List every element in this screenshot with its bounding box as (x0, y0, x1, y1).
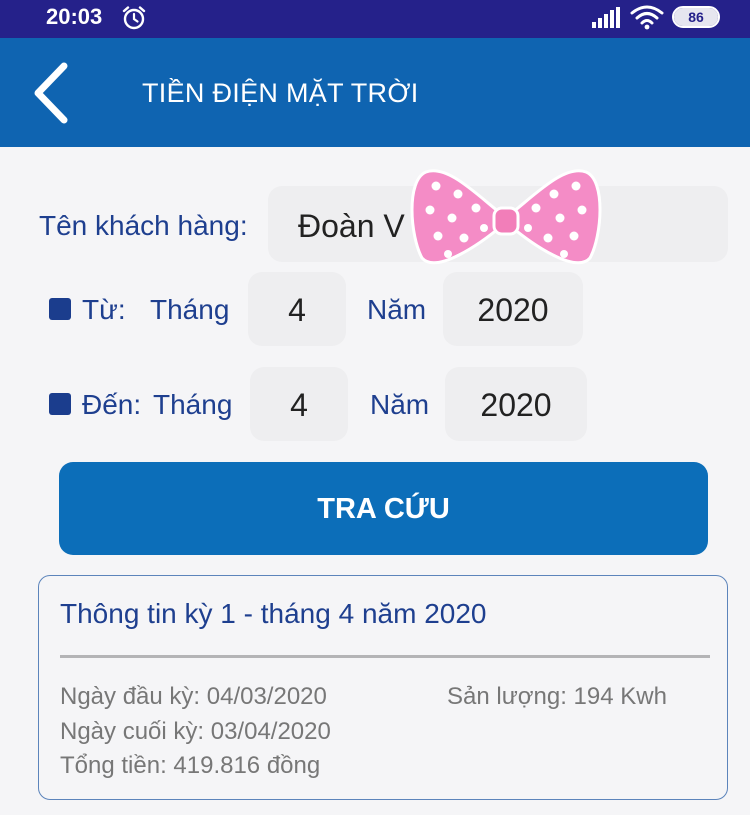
start-date-text: Ngày đầu kỳ: 04/03/2020 (60, 683, 327, 710)
from-year-field[interactable]: 2020 (443, 272, 583, 346)
status-time: 20:03 (46, 4, 103, 29)
battery-icon: 86 (672, 6, 720, 28)
info-card-title: Thông tin kỳ 1 - tháng 4 năm 2020 (60, 598, 487, 629)
to-month-value: 4 (290, 387, 308, 423)
from-label: Từ: (82, 294, 126, 325)
customer-name-label: Tên khách hàng: (39, 210, 248, 241)
app-bar: TIỀN ĐIỆN MẶT TRỜI (0, 38, 750, 147)
info-card-divider (60, 655, 710, 658)
from-year-label: Năm (367, 294, 427, 325)
wifi-icon (630, 5, 664, 30)
signal-icon (592, 7, 620, 28)
to-year-label: Năm (370, 389, 430, 420)
search-button[interactable]: TRA CỨU (59, 462, 708, 555)
from-month-label: Tháng (150, 294, 230, 325)
to-year-value: 2020 (480, 387, 552, 423)
output-text: Sản lượng: 194 Kwh (447, 683, 667, 710)
to-label: Đến: (82, 389, 142, 420)
from-year-value: 2020 (477, 292, 549, 328)
end-date-text: Ngày cuối kỳ: 03/04/2020 (60, 718, 331, 745)
page-title: TIỀN ĐIỆN MẶT TRỜI (142, 78, 419, 108)
alarm-clock-icon (122, 6, 146, 30)
info-card: Thông tin kỳ 1 - tháng 4 năm 2020 Ngày đ… (38, 575, 728, 800)
status-bar: 20:03 86 (0, 0, 750, 38)
back-arrow-icon[interactable] (24, 60, 84, 126)
from-checkbox[interactable] (49, 298, 71, 320)
from-month-field[interactable]: 4 (248, 272, 346, 346)
bow-sticker (410, 169, 602, 265)
to-month-field[interactable]: 4 (250, 367, 348, 441)
to-year-field[interactable]: 2020 (445, 367, 587, 441)
to-month-label: Tháng (153, 389, 233, 420)
to-checkbox[interactable] (49, 393, 71, 415)
customer-name-value: Đoàn V (298, 208, 405, 244)
battery-level: 86 (674, 8, 718, 26)
total-amount-text: Tổng tiền: 419.816 đồng (60, 752, 321, 779)
from-month-value: 4 (288, 292, 306, 328)
